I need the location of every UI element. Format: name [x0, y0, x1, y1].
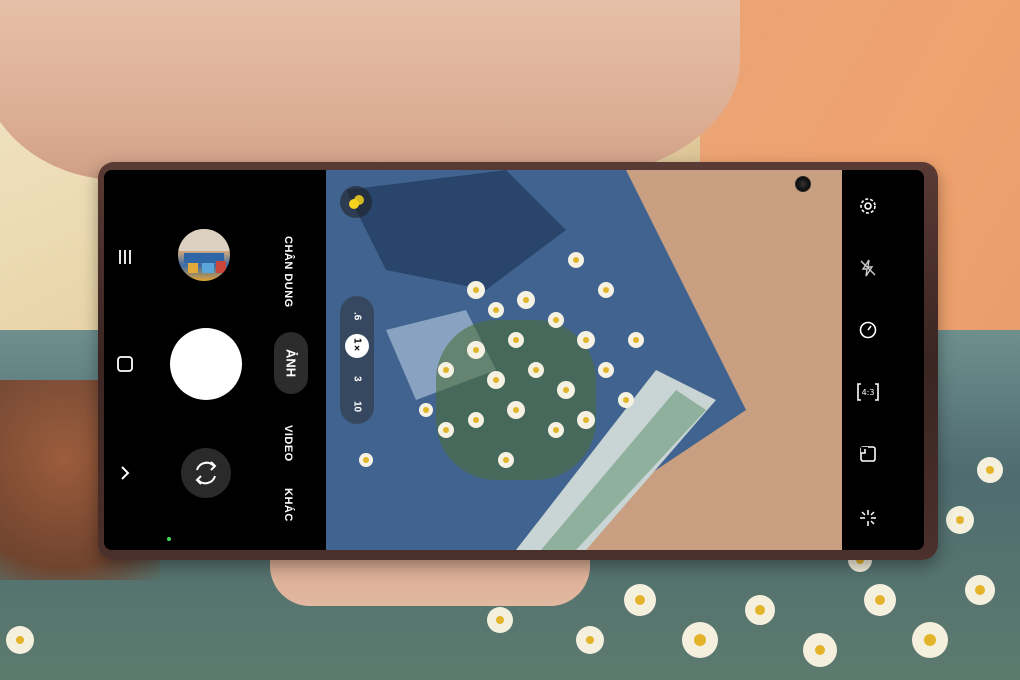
flash-off-icon[interactable] [856, 256, 880, 280]
effects-icon[interactable] [856, 506, 880, 530]
aspect-ratio-label: 4:3 [862, 388, 875, 397]
last-photo-thumbnail[interactable] [178, 229, 230, 281]
camera-right-panel: 4:3 [842, 170, 924, 550]
filter-icon [349, 195, 364, 209]
viewfinder-scene [326, 170, 842, 550]
mode-video[interactable]: VIDEO [282, 425, 294, 462]
switch-camera-icon [195, 461, 217, 485]
switch-camera-button[interactable] [181, 448, 231, 498]
shutter-button[interactable] [170, 328, 242, 400]
mode-photo-selected[interactable]: ẢNH [274, 332, 308, 394]
zoom-wide[interactable]: .6 [340, 306, 374, 326]
back-icon[interactable] [114, 462, 136, 484]
recents-icon[interactable] [114, 353, 136, 375]
hand-top [0, 0, 740, 180]
mode-portrait[interactable]: CHÂN DUNG [282, 236, 294, 308]
camera-left-panel: CHÂN DUNG ẢNH VIDEO KHÁC [104, 170, 326, 550]
camera-screen: CHÂN DUNG ẢNH VIDEO KHÁC .6 1× 3 10 4:3 [104, 170, 924, 550]
motion-photo-icon[interactable] [856, 442, 880, 466]
front-camera-hole [795, 176, 811, 192]
filter-button[interactable] [340, 186, 372, 218]
aspect-ratio-icon[interactable]: 4:3 [854, 378, 882, 406]
mode-more[interactable]: KHÁC [282, 488, 294, 522]
zoom-active[interactable]: 1× [345, 334, 369, 358]
menu-icon[interactable] [114, 246, 136, 268]
viewfinder[interactable]: .6 1× 3 10 [326, 170, 842, 550]
zoom-10x[interactable]: 10 [340, 396, 374, 418]
mode-photo-label: ẢNH [283, 348, 299, 378]
timer-icon[interactable] [856, 318, 880, 342]
status-dot-green [167, 537, 171, 541]
zoom-3x[interactable]: 3 [340, 370, 374, 388]
settings-icon[interactable] [856, 194, 880, 218]
